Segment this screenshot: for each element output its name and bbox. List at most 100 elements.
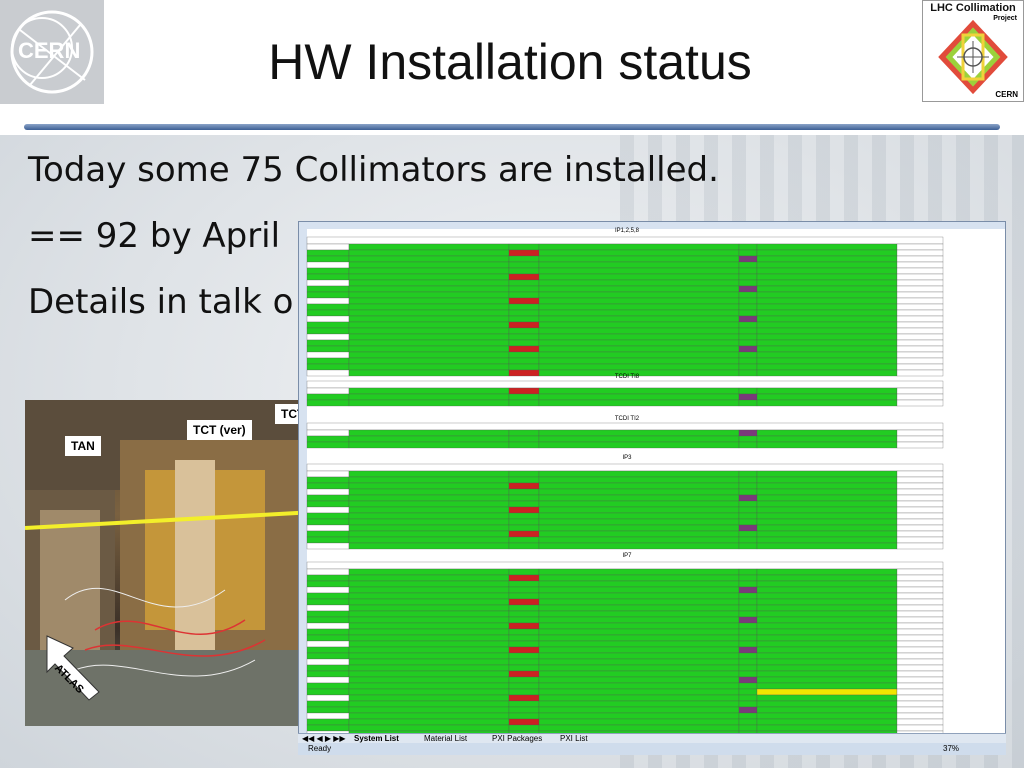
status-cell[interactable] [508,518,540,526]
data-cell[interactable] [538,261,740,269]
data-cell[interactable] [756,249,898,257]
marker-cell[interactable] [738,435,758,443]
tab-pxi-packages[interactable]: PXI Packages [492,734,542,743]
marker-cell[interactable] [738,586,758,594]
data-cell[interactable] [538,670,740,678]
label-cell[interactable] [306,435,350,443]
data-cell[interactable] [538,568,740,576]
status-cell[interactable] [508,568,540,576]
marker-cell[interactable] [738,500,758,508]
data-cell[interactable] [538,273,740,281]
status-cell[interactable] [508,718,540,726]
data-cell[interactable] [538,512,740,520]
marker-cell[interactable] [738,303,758,311]
marker-cell[interactable] [738,646,758,654]
value-cell[interactable] [896,524,944,532]
value-cell[interactable] [896,363,944,371]
marker-cell[interactable] [738,706,758,714]
marker-cell[interactable] [738,291,758,299]
status-cell[interactable] [508,345,540,353]
status-cell[interactable] [508,610,540,618]
data-cell[interactable] [538,574,740,582]
label-cell[interactable] [306,712,350,720]
data-cell[interactable] [756,273,898,281]
data-cell[interactable] [348,476,510,484]
data-cell[interactable] [348,542,510,550]
label-cell[interactable] [306,676,350,684]
status-cell[interactable] [508,261,540,269]
header-row[interactable] [306,561,944,570]
status-cell[interactable] [508,351,540,359]
status-cell[interactable] [508,646,540,654]
status-cell[interactable] [508,297,540,305]
marker-cell[interactable] [738,536,758,544]
label-cell[interactable] [306,255,350,263]
data-cell[interactable] [756,646,898,654]
data-cell[interactable] [538,604,740,612]
value-cell[interactable] [896,658,944,666]
data-cell[interactable] [348,574,510,582]
data-cell[interactable] [348,646,510,654]
marker-cell[interactable] [738,315,758,323]
data-cell[interactable] [348,393,510,401]
data-cell[interactable] [756,285,898,293]
status-cell[interactable] [508,530,540,538]
marker-cell[interactable] [738,530,758,538]
marker-cell[interactable] [738,682,758,690]
status-cell[interactable] [508,724,540,732]
data-cell[interactable] [348,586,510,594]
value-cell[interactable] [896,303,944,311]
status-cell[interactable] [508,333,540,341]
label-cell[interactable] [306,598,350,606]
data-cell[interactable] [538,249,740,257]
data-cell[interactable] [756,724,898,732]
marker-cell[interactable] [738,345,758,353]
data-cell[interactable] [348,243,510,251]
data-cell[interactable] [756,512,898,520]
label-cell[interactable] [306,568,350,576]
data-cell[interactable] [756,393,898,401]
label-cell[interactable] [306,682,350,690]
data-cell[interactable] [348,309,510,317]
data-cell[interactable] [348,580,510,588]
data-cell[interactable] [348,470,510,478]
data-cell[interactable] [538,598,740,606]
data-cell[interactable] [756,363,898,371]
status-cell[interactable] [508,387,540,395]
label-cell[interactable] [306,658,350,666]
data-cell[interactable] [348,291,510,299]
label-cell[interactable] [306,530,350,538]
marker-cell[interactable] [738,279,758,287]
value-cell[interactable] [896,640,944,648]
marker-cell[interactable] [738,393,758,401]
data-cell[interactable] [348,273,510,281]
status-cell[interactable] [508,586,540,594]
data-cell[interactable] [756,536,898,544]
value-cell[interactable] [896,592,944,600]
label-cell[interactable] [306,279,350,287]
marker-cell[interactable] [738,387,758,395]
status-cell[interactable] [508,598,540,606]
label-cell[interactable] [306,700,350,708]
value-cell[interactable] [896,476,944,484]
value-cell[interactable] [896,333,944,341]
data-cell[interactable] [538,470,740,478]
data-cell[interactable] [348,640,510,648]
value-cell[interactable] [896,512,944,520]
status-cell[interactable] [508,500,540,508]
data-cell[interactable] [538,279,740,287]
label-cell[interactable] [306,622,350,630]
data-cell[interactable] [538,622,740,630]
status-cell[interactable] [508,315,540,323]
label-cell[interactable] [306,494,350,502]
marker-cell[interactable] [738,476,758,484]
label-cell[interactable] [306,574,350,582]
data-cell[interactable] [538,500,740,508]
value-cell[interactable] [896,291,944,299]
spreadsheet-grid[interactable] [299,229,1006,741]
marker-cell[interactable] [738,494,758,502]
data-cell[interactable] [538,387,740,395]
value-cell[interactable] [896,604,944,612]
marker-cell[interactable] [738,285,758,293]
data-cell[interactable] [348,518,510,526]
